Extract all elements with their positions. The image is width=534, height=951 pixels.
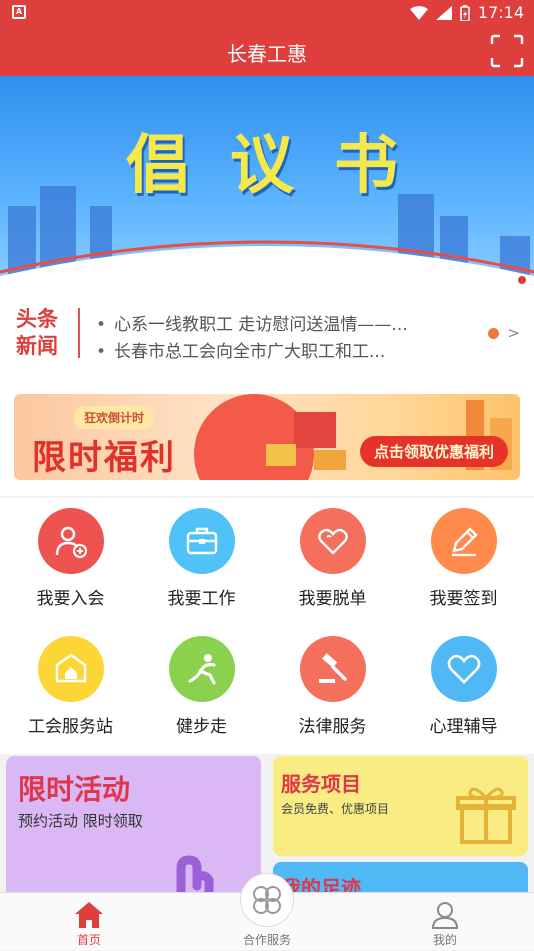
clover-icon xyxy=(253,886,281,914)
tab-mine-label: 我的 xyxy=(432,933,457,947)
news-item[interactable]: 心系一线教职工 走访慰问送温情——... xyxy=(96,312,408,339)
service-items-card[interactable]: 服务项目 会员免费、优惠项目 xyxy=(273,756,528,856)
walk-button[interactable]: 健步走 xyxy=(135,626,268,754)
countdown-badge: 狂欢倒计时 xyxy=(74,406,155,429)
signal-icon xyxy=(435,5,452,20)
bottom-tab-bar: 首页 合作服务 我的 xyxy=(0,873,534,951)
partner-services-button[interactable] xyxy=(240,873,294,927)
service-label: 工会服务站 xyxy=(28,717,113,737)
add-user-icon xyxy=(37,508,104,574)
join-union-button[interactable]: 我要入会 xyxy=(4,498,137,626)
feature-cards: 限时活动 预约活动 限时领取 服务项目 会员免费、优惠项目 我的足迹 xyxy=(0,754,534,922)
scan-icon[interactable] xyxy=(490,34,524,68)
news-list: 心系一线教职工 走访慰问送温情——... 长春市总工会向全市广大职工和工... xyxy=(96,312,408,366)
hearts-icon xyxy=(299,508,366,574)
carousel-dot-active[interactable] xyxy=(518,276,526,284)
service-label: 我要工作 xyxy=(167,589,236,609)
news-item[interactable]: 长春市总工会向全市广大职工和工... xyxy=(96,339,408,366)
legal-service-button[interactable]: 法律服务 xyxy=(266,626,399,754)
briefcase-icon xyxy=(168,508,235,574)
page-title: 长春工惠 xyxy=(227,42,307,66)
service-label: 健步走 xyxy=(176,717,227,737)
gift-icon xyxy=(456,787,516,844)
promo-banner[interactable]: 狂欢倒计时 限时福利 点击领取优惠福利 xyxy=(14,394,520,480)
gavel-icon xyxy=(299,636,366,702)
battery-icon xyxy=(460,4,470,21)
news-divider xyxy=(78,308,80,358)
chevron-right-icon: > xyxy=(507,324,520,342)
tab-home-label: 首页 xyxy=(76,933,101,947)
banner-carousel[interactable]: 倡议书 xyxy=(0,76,534,294)
service-label: 我要签到 xyxy=(429,589,498,609)
tab-mine[interactable]: 我的 xyxy=(356,893,534,951)
union-station-button[interactable]: 工会服务站 xyxy=(4,626,137,754)
heart-icon xyxy=(430,636,497,702)
news-indicator-dot xyxy=(488,327,500,339)
status-bar: A 17:14 xyxy=(0,0,534,26)
tab-home[interactable]: 首页 xyxy=(0,893,178,951)
limited-activity-card[interactable]: 限时活动 预约活动 限时领取 xyxy=(6,756,261,906)
runner-icon xyxy=(168,636,235,702)
carousel-indicator xyxy=(498,276,526,284)
activity-subtitle: 预约活动 限时领取 xyxy=(18,812,143,830)
service-label: 我要入会 xyxy=(36,589,105,609)
counseling-button[interactable]: 心理辅导 xyxy=(397,626,530,754)
claim-benefit-button[interactable]: 点击领取优惠福利 xyxy=(359,436,508,467)
status-icons: 17:14 xyxy=(409,3,524,22)
news-tag-line1: 头条 xyxy=(16,307,58,331)
carousel-dot[interactable] xyxy=(498,276,506,284)
headline-news[interactable]: 头条 新闻 心系一线教职工 走访慰问送温情——... 长春市总工会向全市广大职工… xyxy=(0,294,534,380)
find-job-button[interactable]: 我要工作 xyxy=(135,498,268,626)
dating-button[interactable]: 我要脱单 xyxy=(266,498,399,626)
title-bar: 长春工惠 xyxy=(0,26,534,76)
wifi-icon xyxy=(409,5,428,20)
clock: 17:14 xyxy=(477,3,524,22)
news-more[interactable]: > xyxy=(488,324,520,342)
promo-section: 狂欢倒计时 限时福利 点击领取优惠福利 xyxy=(0,380,534,496)
service-label: 我要脱单 xyxy=(298,589,367,609)
banner-title: 倡议书 xyxy=(126,129,438,203)
promo-headline: 限时福利 xyxy=(32,438,176,478)
service-label: 心理辅导 xyxy=(429,717,498,737)
pencil-icon xyxy=(430,508,497,574)
news-tag: 头条 新闻 xyxy=(16,306,66,360)
news-tag-line2: 新闻 xyxy=(16,334,58,358)
check-in-button[interactable]: 我要签到 xyxy=(397,498,530,626)
service-items-subtitle: 会员免费、优惠项目 xyxy=(281,802,390,816)
service-items-title: 服务项目 xyxy=(281,772,361,796)
service-grid: 我要入会 我要工作 我要脱单 我要签到 工会服务站 健步走 法律服务 心理辅导 xyxy=(0,498,534,754)
activity-title: 限时活动 xyxy=(18,773,131,806)
tab-partner-label: 合作服务 xyxy=(242,933,291,947)
tab-partner-services[interactable]: 合作服务 xyxy=(178,873,356,951)
user-icon xyxy=(431,902,459,929)
home-icon xyxy=(75,902,103,928)
service-label: 法律服务 xyxy=(298,717,367,737)
notification-icon: A xyxy=(12,5,26,19)
home-badge-icon xyxy=(37,636,104,702)
